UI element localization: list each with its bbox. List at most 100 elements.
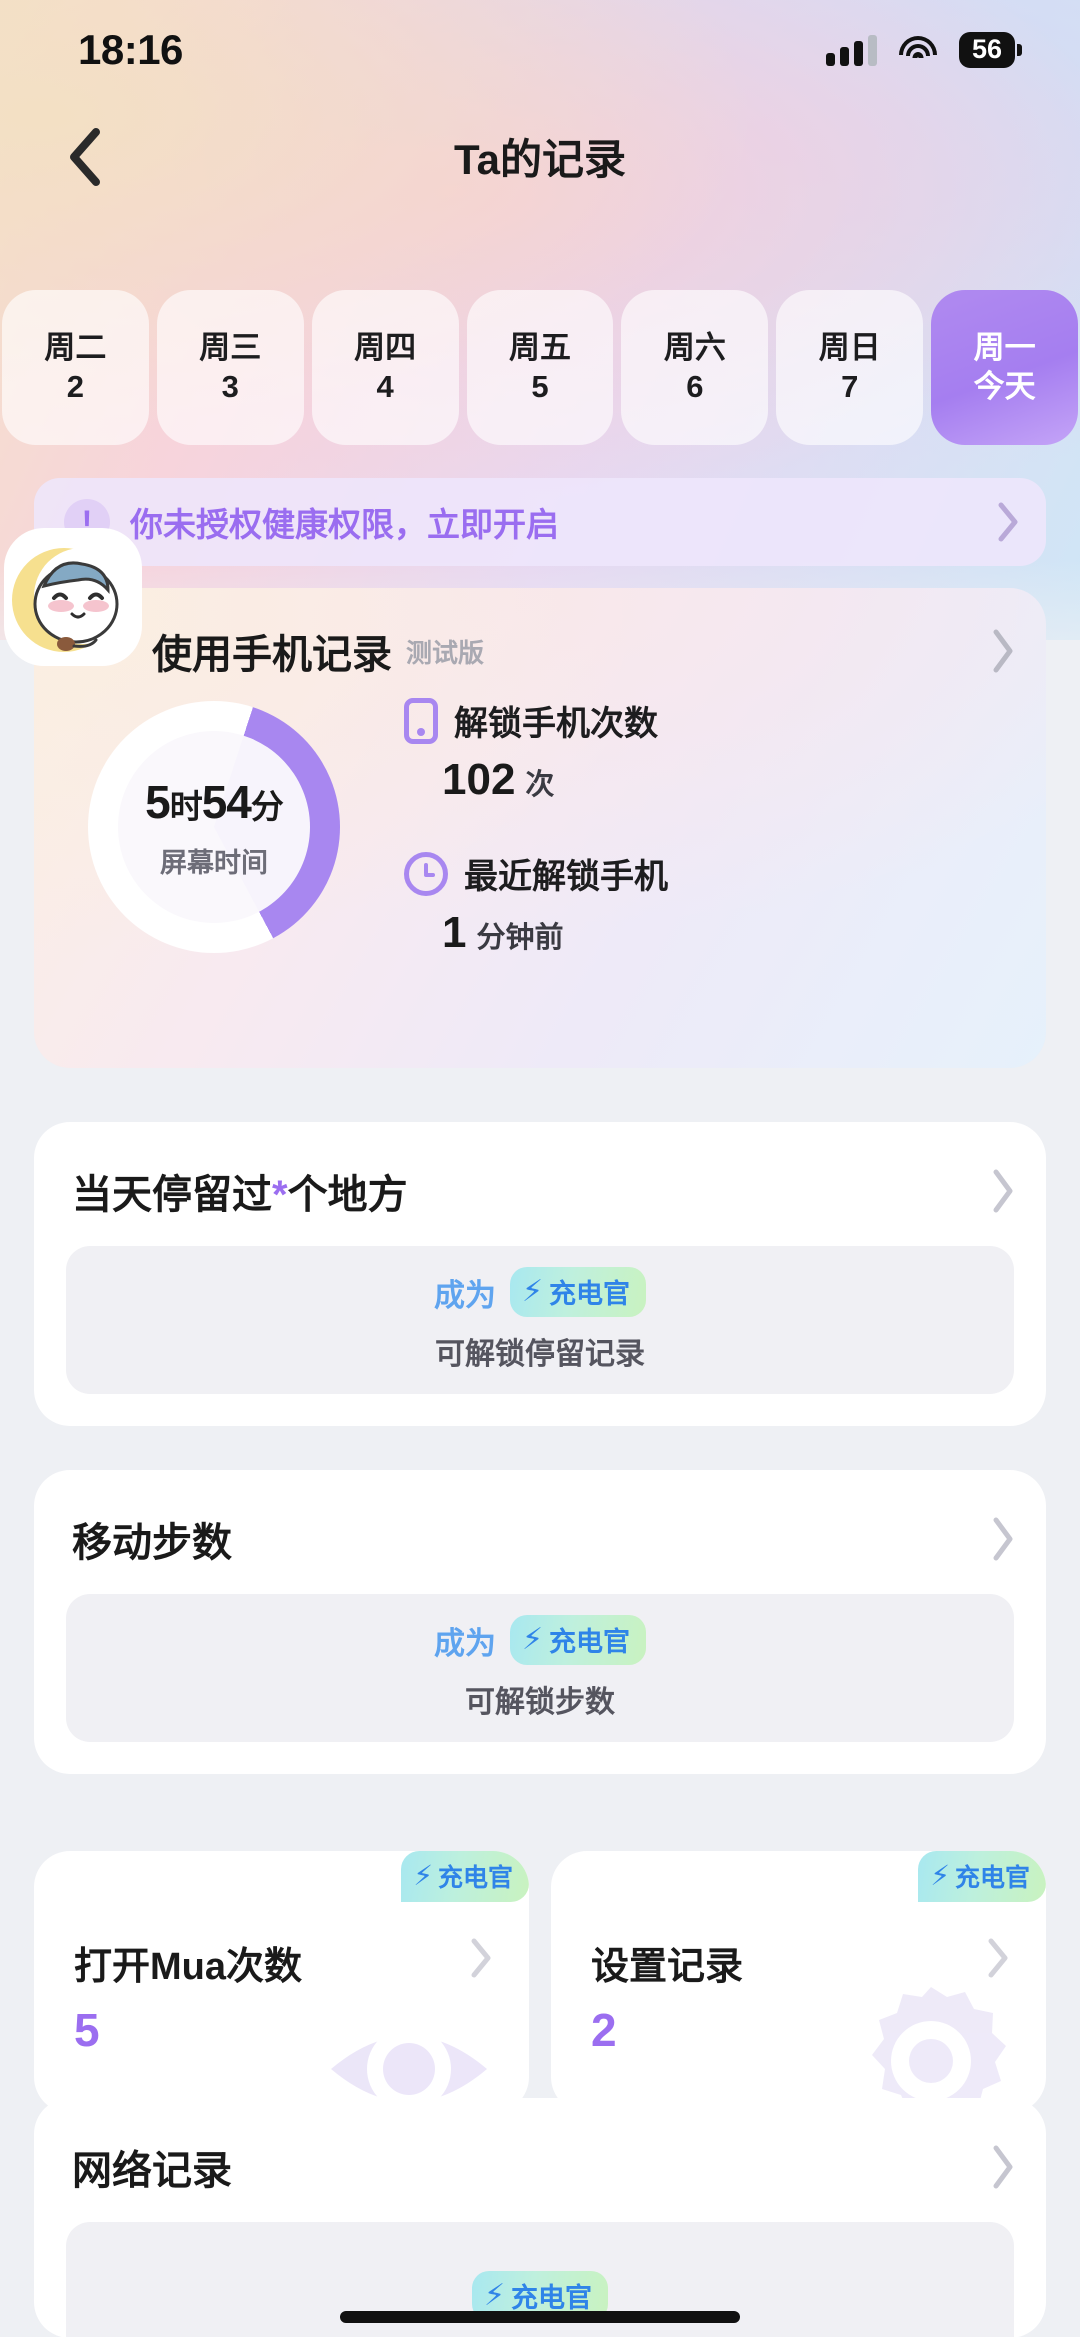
unlock-count-number: 102 [442,755,516,804]
battery-nub [1017,44,1022,56]
charge-officer-badge-label: 充电官 [954,1864,1030,1892]
places-upsell-line: 成为 ⚡ 充电官 [433,1267,647,1317]
day-tab-number: 5 [531,368,549,404]
places-title-prefix: 当天停留过 [72,1173,272,1217]
places-unlock-hint: 可解锁停留记录 [435,1338,645,1371]
eye-icon [331,2027,487,2111]
mua-open-count-title: 打开Mua次数 [74,1946,303,1988]
screen-time-ring-wrapper: 5时54分 屏幕时间 [34,701,394,953]
steps-locked-panel[interactable]: 成为 ⚡ 充电官 可解锁步数 [66,1594,1014,1742]
day-tab-6-selected[interactable]: 周一 今天 [931,290,1079,445]
day-tab-number: 6 [686,368,704,404]
charge-officer-badge: ⚡ 充电官 [509,1267,647,1317]
unlock-count-stat: 解锁手机次数 102 次 [404,696,1006,805]
steps-become-label: 成为 [433,1625,496,1661]
cat-character-avatar [4,528,142,666]
network-record-title: 网络记录 [72,2149,232,2193]
lightning-bolt-icon: ⚡ [930,1860,950,1891]
last-unlock-unit: 分钟前 [476,922,564,954]
day-tab-4[interactable]: 周六 6 [621,290,769,445]
chevron-right-icon [998,502,1018,542]
settings-record-title: 设置记录 [591,1946,744,1988]
last-unlock-stat: 最近解锁手机 1 分钟前 [404,849,1006,958]
phone-usage-card-title: 使用手机记录 [152,633,392,677]
steps-card[interactable]: 移动步数 成为 ⚡ 充电官 可解锁步数 [34,1470,1046,1774]
gear-icon [872,1987,1006,2113]
health-permission-alert-banner[interactable]: ! 你未授权健康权限，立即开启 [34,478,1046,566]
last-unlock-value: 1 分钟前 [404,908,1006,958]
day-tab-number: 2 [66,368,85,404]
lightning-bolt-icon: ⚡ [483,2278,506,2312]
charge-officer-badge-label: 充电官 [511,2283,593,2313]
day-tab-weekday: 周日 [818,329,881,365]
day-tab-5[interactable]: 周日 7 [776,290,924,445]
screen-time-value: 5时54分 [145,775,284,829]
battery-level-label: 56 [959,32,1015,68]
mini-card-row: ⚡ 充电官 打开Mua次数 5 ⚡ 充电官 设置记录 2 [34,1851,1046,2113]
network-record-header: 网络记录 [34,2098,1046,2196]
day-tab-weekday: 周六 [663,329,726,365]
screen-time-ring-center: 5时54分 屏幕时间 [88,701,340,953]
lightning-bolt-icon: ⚡ [413,1860,433,1891]
phone-icon [404,697,438,744]
charge-officer-badge: ⚡ 充电官 [509,1615,647,1665]
settings-record-card[interactable]: ⚡ 充电官 设置记录 2 [551,1851,1046,2113]
unlock-count-unit: 次 [525,769,555,801]
places-visited-card[interactable]: 当天停留过*个地方 成为 ⚡ 充电官 可解锁停留记录 [34,1122,1046,1426]
screen-time-label: 屏幕时间 [160,847,268,878]
battery-icon: 56 [959,32,1022,68]
chevron-right-icon [471,1938,491,1978]
phone-usage-card[interactable]: 使用手机记录 测试版 5时54分 屏幕时间 解锁手机次数 102 次 最近解锁手… [34,588,1046,1068]
screen-time-minutes-unit: 分 [250,787,284,825]
day-tab-strip: 周二 2 周三 3 周四 4 周五 5 周六 6 周日 7 周一 今天 [0,290,1080,445]
chevron-right-icon [988,1938,1008,1978]
page-title: Ta的记录 [454,136,626,183]
day-tab-weekday: 周三 [199,329,262,365]
day-tab-number: 4 [376,368,394,404]
day-tab-weekday: 周一 [973,329,1036,365]
mua-open-count-card[interactable]: ⚡ 充电官 打开Mua次数 5 [34,1851,529,2113]
day-tab-1[interactable]: 周三 3 [156,290,304,445]
phone-usage-card-header: 使用手机记录 测试版 [34,588,1046,680]
places-visited-title: 当天停留过*个地方 [72,1162,408,1220]
alert-banner-text: 你未授权健康权限，立即开启 [130,506,559,543]
status-bar: 18:16 56 [0,0,1080,100]
chevron-right-icon [993,1169,1013,1213]
last-unlock-number: 1 [442,908,467,957]
chevron-right-icon [993,629,1013,673]
day-tab-number: 7 [841,368,859,404]
charge-officer-corner-badge: ⚡ 充电官 [401,1851,529,1902]
charge-officer-badge-label: 充电官 [437,1864,513,1892]
phone-usage-card-beta-label: 测试版 [406,637,485,668]
day-tab-3[interactable]: 周五 5 [466,290,614,445]
status-bar-indicators: 56 [826,32,1022,68]
chevron-right-icon [993,1517,1013,1561]
day-tab-0[interactable]: 周二 2 [2,290,149,445]
unlock-count-label: 解锁手机次数 [454,705,658,743]
places-become-label: 成为 [433,1277,496,1313]
day-tab-weekday: 周四 [354,329,417,365]
home-indicator [340,2311,740,2323]
phone-usage-stats: 解锁手机次数 102 次 最近解锁手机 1 分钟前 [394,696,1006,958]
status-bar-clock: 18:16 [78,26,183,73]
steps-upsell-line: 成为 ⚡ 充电官 [433,1615,647,1665]
day-tab-weekday: 周五 [509,329,571,365]
lightning-bolt-icon: ⚡ [521,1274,544,1308]
day-tab-number: 今天 [973,368,1036,404]
screen-time-minutes: 54 [201,775,252,828]
screen-time-hours: 5 [145,775,171,828]
day-tab-2[interactable]: 周四 4 [311,290,459,445]
day-tab-weekday: 周二 [44,329,107,365]
chevron-right-icon [993,2145,1013,2189]
clock-icon [404,851,448,896]
screen-time-hours-unit: 时 [169,787,203,825]
network-record-card[interactable]: 网络记录 ⚡ 充电官 [34,2098,1046,2337]
charge-officer-badge-label: 充电官 [549,1627,631,1657]
cellular-signal-icon [826,34,877,66]
day-tab-number: 3 [221,368,239,404]
lightning-bolt-icon: ⚡ [521,1622,544,1656]
steps-unlock-hint: 可解锁步数 [465,1686,615,1719]
steps-title: 移动步数 [72,1521,232,1565]
places-visited-header: 当天停留过*个地方 [34,1122,1046,1220]
places-locked-panel[interactable]: 成为 ⚡ 充电官 可解锁停留记录 [66,1246,1014,1394]
